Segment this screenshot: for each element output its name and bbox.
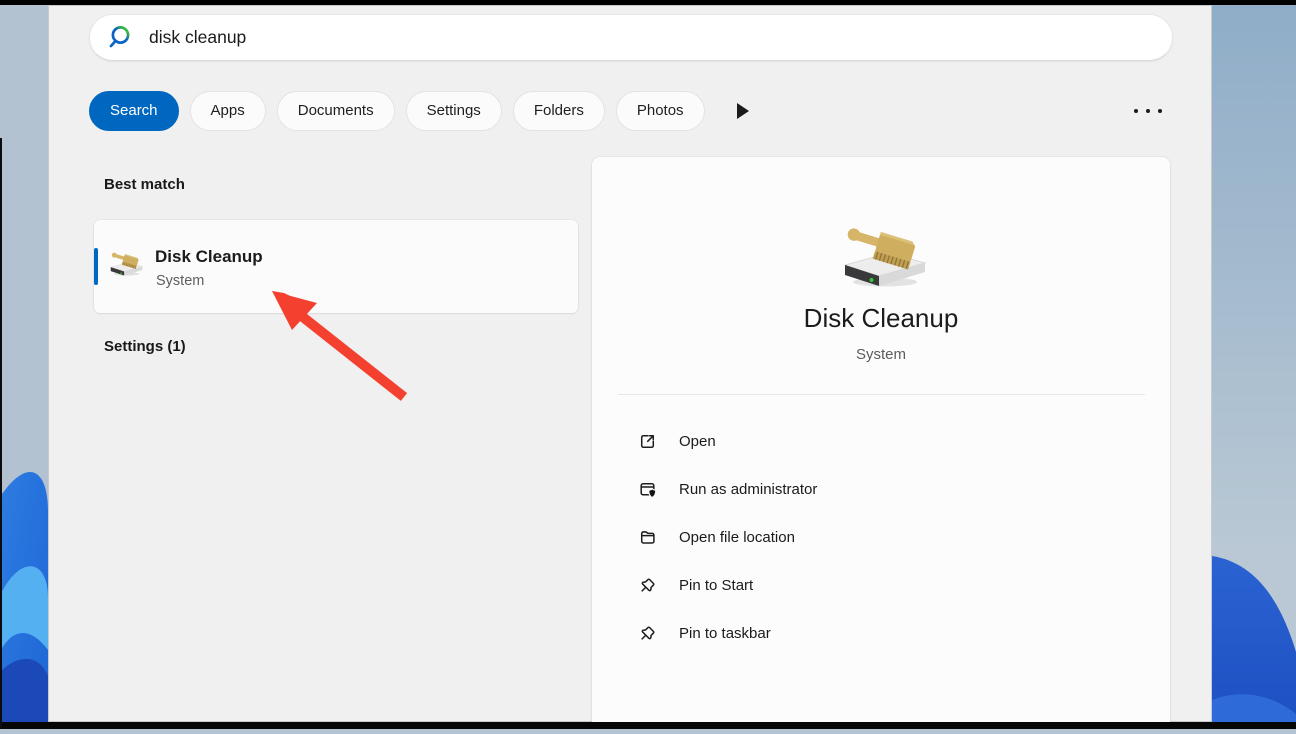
search-box[interactable] <box>89 14 1173 61</box>
search-input[interactable] <box>149 22 1172 53</box>
action-list: Open Run as administrator Open file loca… <box>592 417 1170 657</box>
run-as-administrator-icon <box>640 482 657 498</box>
action-label: Open <box>679 432 716 450</box>
disk-cleanup-icon <box>833 225 929 289</box>
selection-accent-bar <box>94 248 98 285</box>
taskbar-edge <box>0 722 1296 729</box>
windows-search-panel: Search Apps Documents Settings Folders P… <box>48 5 1212 722</box>
action-label: Pin to taskbar <box>679 624 771 642</box>
best-match-heading: Best match <box>104 176 185 193</box>
folder-icon <box>640 530 655 544</box>
pin-icon <box>641 625 655 640</box>
desktop-wallpaper-right <box>1212 0 1296 729</box>
result-preview-pane: Disk Cleanup System Open Run as administ… <box>592 157 1170 722</box>
more-filters-play-icon[interactable] <box>736 102 749 119</box>
search-filter-tabs: Search Apps Documents Settings Folders P… <box>89 90 749 131</box>
action-label: Run as administrator <box>679 480 818 498</box>
action-run-as-administrator[interactable]: Run as administrator <box>592 465 1170 513</box>
pin-icon <box>641 577 655 592</box>
result-title: Disk Cleanup <box>155 247 263 266</box>
preview-subtitle: System <box>855 346 906 363</box>
tab-photos[interactable]: Photos <box>615 90 705 131</box>
ellipsis-menu-icon[interactable] <box>1134 101 1162 121</box>
tab-folders[interactable]: Folders <box>512 90 605 131</box>
best-match-result[interactable]: Disk Cleanup System <box>94 220 578 313</box>
action-pin-to-taskbar[interactable]: Pin to taskbar <box>592 609 1170 657</box>
settings-group-heading: Settings (1) <box>104 338 186 355</box>
result-subtitle: System <box>156 273 205 289</box>
open-icon <box>640 434 655 448</box>
action-open[interactable]: Open <box>592 417 1170 465</box>
action-label: Open file location <box>679 528 795 546</box>
action-open-file-location[interactable]: Open file location <box>592 513 1170 561</box>
screen-edge-left <box>0 138 2 729</box>
tab-settings[interactable]: Settings <box>405 90 502 131</box>
desktop-wallpaper-left <box>0 0 48 729</box>
disk-cleanup-icon <box>106 251 144 277</box>
tab-documents[interactable]: Documents <box>276 90 395 131</box>
action-label: Pin to Start <box>679 576 754 594</box>
divider <box>617 394 1145 395</box>
screen-edge-top <box>0 0 1296 5</box>
action-pin-to-start[interactable]: Pin to Start <box>592 561 1170 609</box>
tab-apps[interactable]: Apps <box>189 90 266 131</box>
search-icon <box>109 26 130 48</box>
preview-title: Disk Cleanup <box>803 303 959 333</box>
tab-search[interactable]: Search <box>89 90 179 131</box>
